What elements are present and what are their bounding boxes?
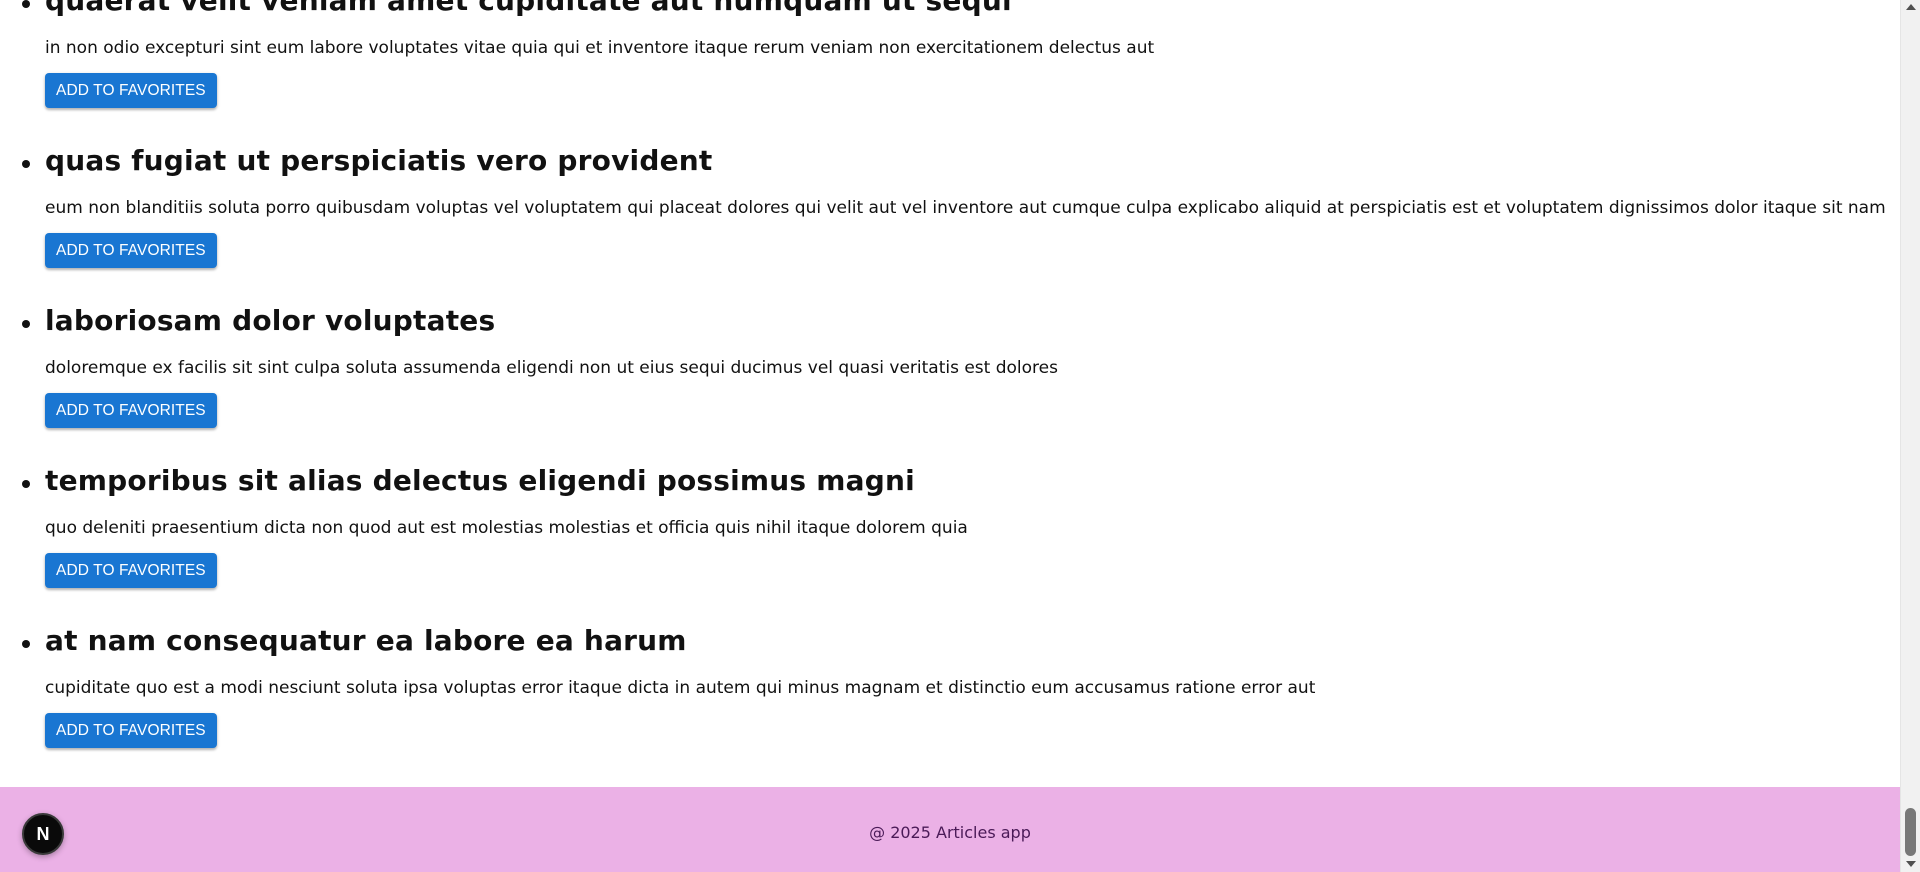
article-title: quaerat velit veniam amet cupiditate aut… [45,0,1012,17]
article-body: doloremque ex facilis sit sint culpa sol… [45,358,1058,378]
article-body: in non odio excepturi sint eum labore vo… [45,38,1155,58]
list-item: quaerat velit veniam amet cupiditate aut… [0,0,1900,136]
article-title: laboriosam dolor voluptates [45,304,496,337]
list-item: at nam consequatur ea labore ea harum cu… [0,616,1900,776]
bullet-icon [22,480,30,488]
scrollbar-thumb[interactable] [1905,808,1916,856]
nextjs-dev-badge[interactable]: N [22,813,64,855]
article-title: quas fugiat ut perspiciatis vero provide… [45,144,713,177]
article-title: temporibus sit alias delectus eligendi p… [45,464,915,497]
add-to-favorites-button[interactable]: ADD TO FAVORITES [45,713,217,748]
article-body: cupiditate quo est a modi nesciunt solut… [45,678,1316,698]
add-to-favorites-button[interactable]: ADD TO FAVORITES [45,233,217,268]
bullet-icon [22,640,30,648]
footer-copyright: @ 2025 Articles app [869,823,1031,842]
page-footer: @ 2025 Articles app [0,787,1900,872]
page-viewport: quaerat velit veniam amet cupiditate aut… [0,0,1920,872]
bullet-icon [22,0,30,8]
list-item: quas fugiat ut perspiciatis vero provide… [0,136,1900,296]
vertical-scrollbar[interactable] [1900,0,1920,872]
add-to-favorites-button[interactable]: ADD TO FAVORITES [45,393,217,428]
bullet-icon [22,160,30,168]
articles-content: quaerat velit veniam amet cupiditate aut… [0,0,1900,787]
add-to-favorites-button[interactable]: ADD TO FAVORITES [45,553,217,588]
article-title: at nam consequatur ea labore ea harum [45,624,687,657]
scroll-up-icon[interactable] [1906,4,1916,10]
nextjs-icon: N [36,823,50,844]
article-body: eum non blanditiis soluta porro quibusda… [45,198,1886,218]
articles-list: quaerat velit veniam amet cupiditate aut… [0,0,1900,776]
article-body: quo deleniti praesentium dicta non quod … [45,518,968,538]
bullet-icon [22,320,30,328]
list-item: temporibus sit alias delectus eligendi p… [0,456,1900,616]
list-item: laboriosam dolor voluptates doloremque e… [0,296,1900,456]
add-to-favorites-button[interactable]: ADD TO FAVORITES [45,73,217,108]
scroll-down-icon[interactable] [1906,861,1916,867]
